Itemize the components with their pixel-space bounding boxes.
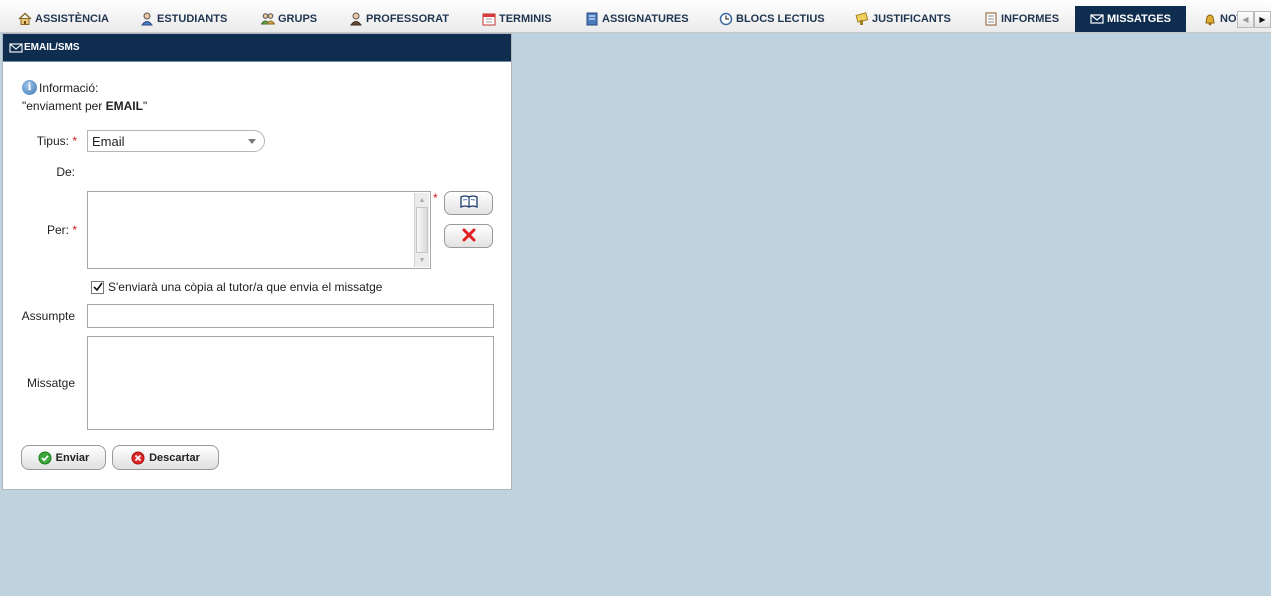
tipus-select[interactable]: Email bbox=[87, 130, 265, 152]
teacher-icon bbox=[349, 12, 363, 26]
tab-label: PROFESSORAT bbox=[366, 13, 449, 25]
clock-icon bbox=[719, 12, 733, 26]
envelope-icon bbox=[9, 41, 23, 55]
message-textarea[interactable] bbox=[87, 336, 494, 430]
main-tab-bar: ASSISTÈNCIA ESTUDIANTS GRUPS PROFESSORAT… bbox=[0, 0, 1271, 33]
close-icon bbox=[462, 228, 476, 245]
scroll-up-icon[interactable]: ▲ bbox=[416, 194, 428, 206]
tab-label: GRUPS bbox=[278, 13, 318, 25]
scroll-down-icon[interactable]: ▼ bbox=[416, 254, 428, 266]
tab-assistencia[interactable]: ASSISTÈNCIA bbox=[18, 6, 109, 32]
report-icon bbox=[984, 12, 998, 26]
tab-label: INFORMES bbox=[1001, 13, 1060, 25]
scroll-right-button[interactable]: ▶ bbox=[1254, 11, 1271, 28]
copy-to-tutor-checkbox[interactable] bbox=[91, 280, 104, 294]
copy-to-tutor-row: S'enviarà una còpia al tutor/a que envia… bbox=[91, 280, 382, 294]
scroll-left-button[interactable]: ◀ bbox=[1237, 11, 1254, 28]
tipus-label-text: Tipus: bbox=[36, 134, 69, 148]
book-icon bbox=[585, 12, 599, 26]
info-prefix: "enviament per bbox=[22, 99, 106, 113]
info-mode: EMAIL bbox=[105, 99, 143, 113]
address-book-icon bbox=[459, 194, 478, 212]
missatge-label: Missatge bbox=[26, 376, 75, 390]
de-label: De: bbox=[56, 165, 75, 179]
chevron-down-icon bbox=[248, 139, 256, 144]
calendar-icon bbox=[482, 12, 496, 26]
group-icon bbox=[261, 12, 275, 26]
copy-to-tutor-label: S'enviarà una còpia al tutor/a que envia… bbox=[108, 280, 383, 294]
tipus-select-value: Email bbox=[92, 133, 125, 149]
discard-button[interactable]: Descartar bbox=[112, 445, 219, 470]
tab-label: ESTUDIANTS bbox=[157, 13, 228, 25]
tab-label: JUSTIFICANTS bbox=[872, 13, 951, 25]
panel-header: EMAIL/SMS bbox=[3, 34, 511, 62]
bell-icon bbox=[1203, 12, 1217, 26]
info-icon: i bbox=[22, 80, 37, 95]
student-icon bbox=[140, 12, 154, 26]
tab-professorat[interactable]: PROFESSORAT bbox=[349, 6, 449, 32]
required-mark: * bbox=[72, 134, 77, 148]
info-message: "enviament per EMAIL" bbox=[22, 99, 147, 113]
home-icon bbox=[18, 12, 32, 26]
tab-label: TERMINIS bbox=[499, 13, 552, 25]
justify-icon bbox=[855, 12, 869, 26]
tab-justificants[interactable]: JUSTIFICANTS bbox=[855, 6, 951, 32]
tab-informes[interactable]: INFORMES bbox=[984, 6, 1059, 32]
per-label: Per: * bbox=[23, 223, 77, 237]
tab-assignatures[interactable]: ASSIGNATURES bbox=[585, 6, 689, 32]
check-circle-icon bbox=[38, 451, 52, 465]
tab-scroll-controls: ◀ ▶ bbox=[1237, 11, 1271, 28]
tab-label: MISSATGES bbox=[1107, 13, 1171, 25]
tab-label: ASSIGNATURES bbox=[602, 13, 689, 25]
panel-title: EMAIL/SMS bbox=[24, 42, 80, 53]
address-book-button[interactable] bbox=[444, 191, 493, 215]
info-suffix: " bbox=[142, 99, 148, 113]
tab-label: ASSISTÈNCIA bbox=[35, 13, 109, 25]
recipients-textarea[interactable]: ▲ ▼ bbox=[87, 191, 431, 269]
discard-button-label: Descartar bbox=[149, 451, 200, 464]
clear-recipients-button[interactable] bbox=[444, 224, 493, 248]
send-button-label: Enviar bbox=[55, 451, 90, 464]
email-sms-panel: EMAIL/SMS i Informació: "enviament per E… bbox=[2, 33, 512, 490]
recipients-scrollbar[interactable]: ▲ ▼ bbox=[414, 193, 429, 267]
tab-label: BLOCS LECTIUS bbox=[736, 13, 825, 25]
tab-estudiants[interactable]: ESTUDIANTS bbox=[140, 6, 227, 32]
send-button[interactable]: Enviar bbox=[21, 445, 106, 470]
cancel-circle-icon bbox=[131, 451, 145, 465]
tab-blocs-lectius[interactable]: BLOCS LECTIUS bbox=[719, 6, 825, 32]
tab-missatges[interactable]: MISSATGES bbox=[1075, 6, 1186, 32]
required-mark: * bbox=[72, 223, 77, 237]
info-heading: i Informació: bbox=[22, 80, 98, 95]
per-label-text: Per: bbox=[46, 223, 69, 237]
scroll-thumb[interactable] bbox=[416, 207, 428, 253]
tipus-label: Tipus: * bbox=[23, 134, 77, 148]
envelope-icon bbox=[1090, 12, 1104, 26]
info-label: Informació: bbox=[39, 80, 99, 95]
assumpte-label: Assumpte bbox=[21, 309, 75, 323]
tab-grups[interactable]: GRUPS bbox=[261, 6, 317, 32]
subject-input[interactable] bbox=[87, 304, 494, 328]
required-mark: * bbox=[433, 191, 438, 205]
tab-terminis[interactable]: TERMINIS bbox=[482, 6, 552, 32]
